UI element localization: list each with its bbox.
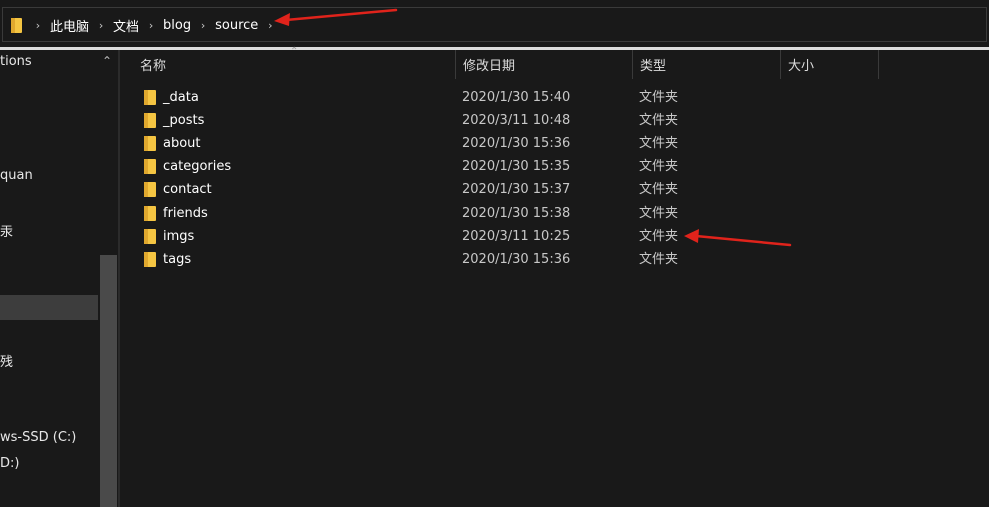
nav-item-drive-d[interactable]: D:) [0, 456, 19, 471]
chevron-right-icon[interactable]: › [93, 19, 109, 32]
column-divider[interactable] [878, 50, 879, 79]
nav-scrollbar-thumb[interactable] [100, 255, 117, 507]
file-row[interactable]: contact 2020/1/30 15:37 文件夹 [120, 178, 989, 201]
file-explorer-window: › 此电脑 › 文档 › blog › source › ⌃ tions qua… [0, 0, 989, 507]
file-type: 文件夹 [639, 252, 679, 267]
navigation-pane: ⌃ tions quan 汞 残 ws-SSD (C:) D:) [0, 50, 118, 507]
breadcrumb-item-documents[interactable]: 文档 [109, 16, 143, 35]
column-header-name[interactable]: 名称 [132, 50, 455, 79]
file-type: 文件夹 [639, 182, 679, 197]
nav-item-downloads[interactable]: 残 [0, 351, 13, 370]
file-date: 2020/3/11 10:25 [462, 229, 571, 244]
chevron-right-icon[interactable]: › [30, 19, 46, 32]
column-header-date[interactable]: 修改日期 [455, 50, 632, 79]
file-type: 文件夹 [639, 206, 679, 221]
folder-icon [11, 18, 22, 33]
breadcrumb-item-source[interactable]: source [211, 18, 262, 33]
chevron-right-icon[interactable]: › [195, 19, 211, 32]
file-list: ⌃ 名称 修改日期 类型 大小 _data 2020/1/30 15:40 文件… [120, 46, 989, 507]
file-row[interactable]: friends 2020/1/30 15:38 文件夹 [120, 202, 989, 225]
breadcrumb-item-blog[interactable]: blog [159, 18, 195, 33]
folder-icon [144, 90, 156, 105]
breadcrumb: › 此电脑 › 文档 › blog › source › [11, 8, 278, 43]
file-type: 文件夹 [639, 136, 679, 151]
file-name: about [163, 136, 201, 151]
file-type: 文件夹 [639, 113, 679, 128]
folder-icon [144, 252, 156, 267]
file-name: _data [163, 90, 199, 105]
nav-item-quick-access[interactable]: tions [0, 54, 32, 69]
nav-item-drive-c[interactable]: ws-SSD (C:) [0, 430, 76, 445]
file-date: 2020/1/30 15:38 [462, 206, 571, 221]
nav-item-selected[interactable] [0, 295, 98, 320]
folder-icon [144, 206, 156, 221]
chevron-up-icon[interactable]: ⌃ [102, 54, 112, 68]
file-name: tags [163, 252, 192, 267]
file-type: 文件夹 [639, 229, 679, 244]
file-name: friends [163, 206, 208, 221]
file-row[interactable]: about 2020/1/30 15:36 文件夹 [120, 132, 989, 155]
folder-icon [144, 182, 156, 197]
file-type: 文件夹 [639, 90, 679, 105]
file-date: 2020/1/30 15:37 [462, 182, 571, 197]
file-date: 2020/1/30 15:35 [462, 159, 571, 174]
folder-icon [144, 159, 156, 174]
breadcrumb-item-this-pc[interactable]: 此电脑 [46, 16, 93, 35]
column-header-size[interactable]: 大小 [780, 50, 878, 79]
file-name: categories [163, 159, 232, 174]
file-row[interactable]: _data 2020/1/30 15:40 文件夹 [120, 86, 989, 109]
folder-icon [144, 136, 156, 151]
file-date: 2020/3/11 10:48 [462, 113, 571, 128]
folder-icon [144, 113, 156, 128]
folder-icon [144, 229, 156, 244]
column-header-type[interactable]: 类型 [632, 50, 780, 79]
file-date: 2020/1/30 15:40 [462, 90, 571, 105]
address-bar: › 此电脑 › 文档 › blog › source › [0, 0, 989, 47]
address-box[interactable]: › 此电脑 › 文档 › blog › source › [2, 7, 987, 42]
file-row[interactable]: _posts 2020/3/11 10:48 文件夹 [120, 109, 989, 132]
chevron-right-icon[interactable]: › [262, 19, 278, 32]
file-row[interactable]: imgs 2020/3/11 10:25 文件夹 [120, 225, 989, 248]
nav-item-folder[interactable]: 汞 [0, 221, 13, 240]
file-row[interactable]: categories 2020/1/30 15:35 文件夹 [120, 155, 989, 178]
file-date: 2020/1/30 15:36 [462, 136, 571, 151]
file-type: 文件夹 [639, 159, 679, 174]
chevron-right-icon[interactable]: › [143, 19, 159, 32]
file-row[interactable]: tags 2020/1/30 15:36 文件夹 [120, 248, 989, 271]
file-date: 2020/1/30 15:36 [462, 252, 571, 267]
file-name: imgs [163, 229, 195, 244]
nav-item-user[interactable]: quan [0, 168, 33, 183]
file-name: contact [163, 182, 212, 197]
file-name: _posts [163, 113, 205, 128]
